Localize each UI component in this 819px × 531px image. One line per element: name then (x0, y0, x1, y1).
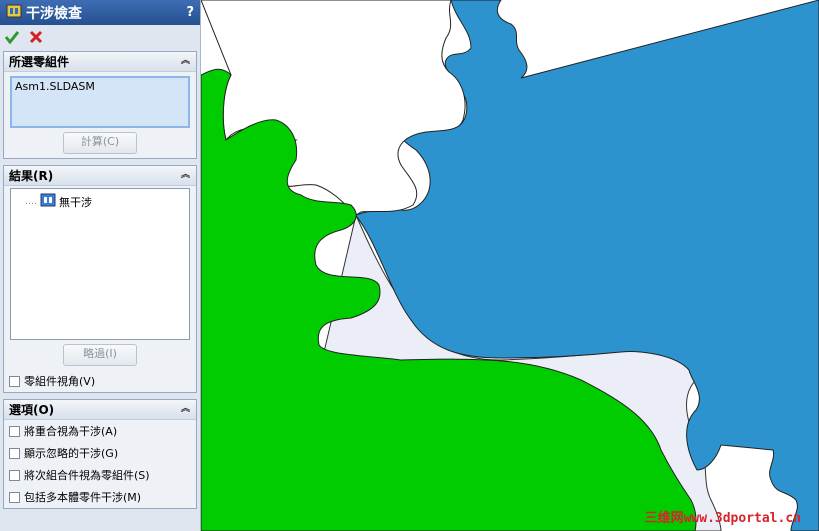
option-show-ignored[interactable]: 顯示忽略的干涉(G) (4, 442, 196, 464)
options-group: 選項(O) ︽ 將重合視為干涉(A) 顯示忽略的干涉(G) 將次組合件視為零組件… (3, 399, 197, 509)
option-label: 包括多本體零件干涉(M) (24, 491, 142, 504)
results-group: 結果(R) ︽ ‥‥ 無干涉 略過(I) 零組件視角(V) (3, 165, 197, 393)
cancel-x-icon[interactable] (28, 29, 44, 48)
watermark-text: 三维网www.3dportal.cn (644, 511, 801, 526)
selected-components-group: 所選零組件 ︽ Asm1.SLDASM 計算(C) (3, 51, 197, 159)
interference-result-icon (40, 193, 56, 210)
selected-components-header[interactable]: 所選零組件 ︽ (4, 52, 196, 72)
option-multibody[interactable]: 包括多本體零件干涉(M) (4, 486, 196, 508)
selected-assembly-item[interactable]: Asm1.SLDASM (15, 80, 95, 93)
tree-item-no-interference[interactable]: ‥‥ 無干涉 (25, 193, 92, 210)
results-header[interactable]: 結果(R) ︽ (4, 166, 196, 186)
results-tree[interactable]: ‥‥ 無干涉 (10, 188, 190, 340)
component-view-label: 零組件視角(V) (24, 375, 96, 388)
option-label: 將重合視為干涉(A) (24, 425, 118, 438)
options-header[interactable]: 選項(O) ︽ (4, 400, 196, 420)
option-label: 顯示忽略的干涉(G) (24, 447, 119, 460)
collapse-up-icon[interactable]: ︽ (180, 56, 191, 67)
result-label: 無干涉 (59, 195, 93, 209)
collapse-up-icon[interactable]: ︽ (180, 404, 191, 415)
option-checkbox[interactable] (9, 447, 20, 459)
option-checkbox[interactable] (9, 491, 20, 503)
help-icon[interactable]: ? (186, 5, 194, 20)
collapse-up-icon[interactable]: ︽ (180, 170, 191, 181)
ok-cancel-row (0, 25, 200, 51)
option-label: 將次組合件視為零組件(S) (24, 469, 150, 482)
property-manager-panel: 干涉檢查 ? 所選零組件 ︽ Asm1.SLDASM 計算(C) 結果(R) ︽… (0, 0, 201, 531)
component-view-checkbox[interactable] (9, 375, 20, 387)
option-subassembly[interactable]: 將次組合件視為零組件(S) (4, 464, 196, 486)
panel-titlebar: 干涉檢查 ? (0, 0, 200, 25)
interference-tool-icon (6, 3, 22, 22)
option-coincidence[interactable]: 將重合視為干涉(A) (4, 420, 196, 442)
option-checkbox[interactable] (9, 425, 20, 437)
calculate-button[interactable]: 計算(C) (63, 132, 137, 154)
option-checkbox[interactable] (9, 469, 20, 481)
component-view-option[interactable]: 零組件視角(V) (4, 370, 196, 392)
graphics-viewport[interactable] (201, 0, 819, 531)
ignore-button[interactable]: 略過(I) (63, 344, 137, 366)
selected-components-list[interactable]: Asm1.SLDASM (10, 76, 190, 128)
tree-connector: ‥‥ (25, 196, 38, 207)
ok-checkmark-icon[interactable] (4, 29, 20, 48)
panel-title: 干涉檢查 (26, 5, 82, 22)
